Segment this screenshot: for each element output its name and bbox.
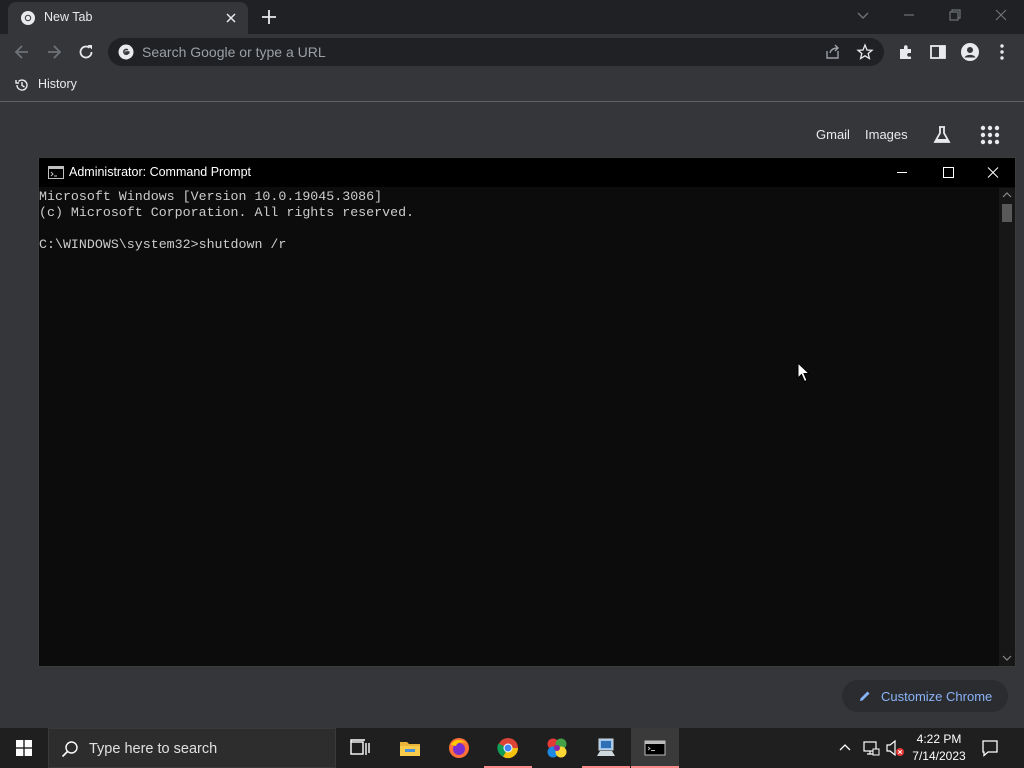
console-output[interactable]: Microsoft Windows [Version 10.0.19045.30… xyxy=(39,189,999,253)
scroll-up-arrow-icon[interactable] xyxy=(1002,190,1012,200)
action-center-notification-icon[interactable] xyxy=(980,738,1000,758)
search-icon xyxy=(61,741,78,758)
file-explorer-button[interactable] xyxy=(386,728,434,768)
cmd-close-icon[interactable] xyxy=(970,158,1016,187)
customize-chrome-label: Customize Chrome xyxy=(881,689,993,704)
forward-arrow-icon[interactable] xyxy=(44,42,64,62)
tab-title: New Tab xyxy=(44,10,93,24)
command-prompt-icon xyxy=(644,740,666,756)
chrome-favicon-icon xyxy=(21,11,35,25)
volume-muted-icon[interactable] xyxy=(885,739,905,757)
color-app-button[interactable] xyxy=(533,728,581,768)
images-link[interactable]: Images xyxy=(865,127,908,142)
chrome-taskbar-button[interactable] xyxy=(484,728,532,768)
cmd-title-bar[interactable]: Administrator: Command Prompt xyxy=(39,158,1015,187)
tab-search-chevron-icon[interactable] xyxy=(853,5,873,25)
windows-logo-icon xyxy=(16,740,32,756)
share-icon[interactable] xyxy=(824,43,842,61)
minimize-window-icon[interactable] xyxy=(899,5,919,25)
cmd-minimize-icon[interactable] xyxy=(879,158,925,187)
scroll-down-arrow-icon[interactable] xyxy=(1002,653,1012,663)
network-computer-icon xyxy=(597,738,615,756)
cmd-window-title: Administrator: Command Prompt xyxy=(69,165,252,179)
pencil-icon xyxy=(860,691,870,701)
console-line: Microsoft Windows [Version 10.0.19045.30… xyxy=(39,189,383,204)
new-tab-plus-icon[interactable] xyxy=(259,7,279,27)
bookmark-star-icon[interactable] xyxy=(856,43,874,61)
color-wheel-icon xyxy=(547,738,567,758)
omnibox[interactable]: Search Google or type a URL xyxy=(108,38,884,66)
windows-taskbar: Type here to search 4:22 PM 7/14/2023 xyxy=(0,728,1024,768)
chrome-menu-kebab-icon[interactable] xyxy=(992,42,1012,62)
restore-window-icon[interactable] xyxy=(945,5,965,25)
side-panel-icon[interactable] xyxy=(928,42,948,62)
console-scrollbar[interactable] xyxy=(999,188,1015,666)
console-prompt-line: C:\WINDOWS\system32>shutdown /r xyxy=(39,237,287,252)
history-clock-icon xyxy=(15,79,28,91)
taskbar-search-box[interactable]: Type here to search xyxy=(48,728,336,768)
network-status-icon[interactable] xyxy=(862,739,880,757)
clock-date[interactable]: 7/14/2023 xyxy=(910,749,968,763)
task-view-icon xyxy=(350,739,370,755)
tab-new-tab[interactable]: New Tab xyxy=(8,2,248,34)
chrome-icon xyxy=(497,738,519,759)
gmail-link[interactable]: Gmail xyxy=(816,127,850,142)
chrome-labs-flask-icon[interactable] xyxy=(931,124,953,146)
profile-avatar-icon[interactable] xyxy=(960,42,980,62)
tab-strip: New Tab xyxy=(0,0,1024,34)
close-window-icon[interactable] xyxy=(991,5,1011,25)
clock-time[interactable]: 4:22 PM xyxy=(910,732,968,746)
google-apps-grid-icon[interactable] xyxy=(979,124,1001,146)
omnibox-placeholder: Search Google or type a URL xyxy=(142,44,326,60)
customize-chrome-button[interactable]: Customize Chrome xyxy=(842,680,1008,712)
firefox-button[interactable] xyxy=(435,728,483,768)
command-prompt-window[interactable]: Administrator: Command Prompt Microsoft … xyxy=(38,157,1016,667)
start-button[interactable] xyxy=(0,728,48,768)
show-hidden-icons-chevron-icon[interactable] xyxy=(837,740,853,756)
mouse-pointer-icon xyxy=(797,362,811,383)
network-app-button[interactable] xyxy=(582,728,630,768)
google-g-icon xyxy=(118,44,134,60)
taskbar-search-placeholder: Type here to search xyxy=(89,741,218,757)
scrollbar-thumb[interactable] xyxy=(1002,204,1012,222)
file-explorer-folder-icon xyxy=(400,742,420,756)
cmd-app-icon xyxy=(48,166,64,179)
console-line: (c) Microsoft Corporation. All rights re… xyxy=(39,205,415,220)
command-prompt-taskbar-button[interactable] xyxy=(631,728,679,768)
cmd-maximize-icon[interactable] xyxy=(925,158,971,187)
task-view-button[interactable] xyxy=(336,728,384,768)
bookmark-history[interactable]: History xyxy=(38,77,77,91)
bookmarks-bar: History xyxy=(0,70,1024,102)
firefox-icon xyxy=(449,738,469,758)
reload-icon[interactable] xyxy=(76,42,96,62)
close-tab-icon[interactable] xyxy=(222,9,240,27)
back-arrow-icon[interactable] xyxy=(12,42,32,62)
browser-toolbar: Search Google or type a URL xyxy=(0,34,1024,70)
extensions-puzzle-icon[interactable] xyxy=(896,42,916,62)
